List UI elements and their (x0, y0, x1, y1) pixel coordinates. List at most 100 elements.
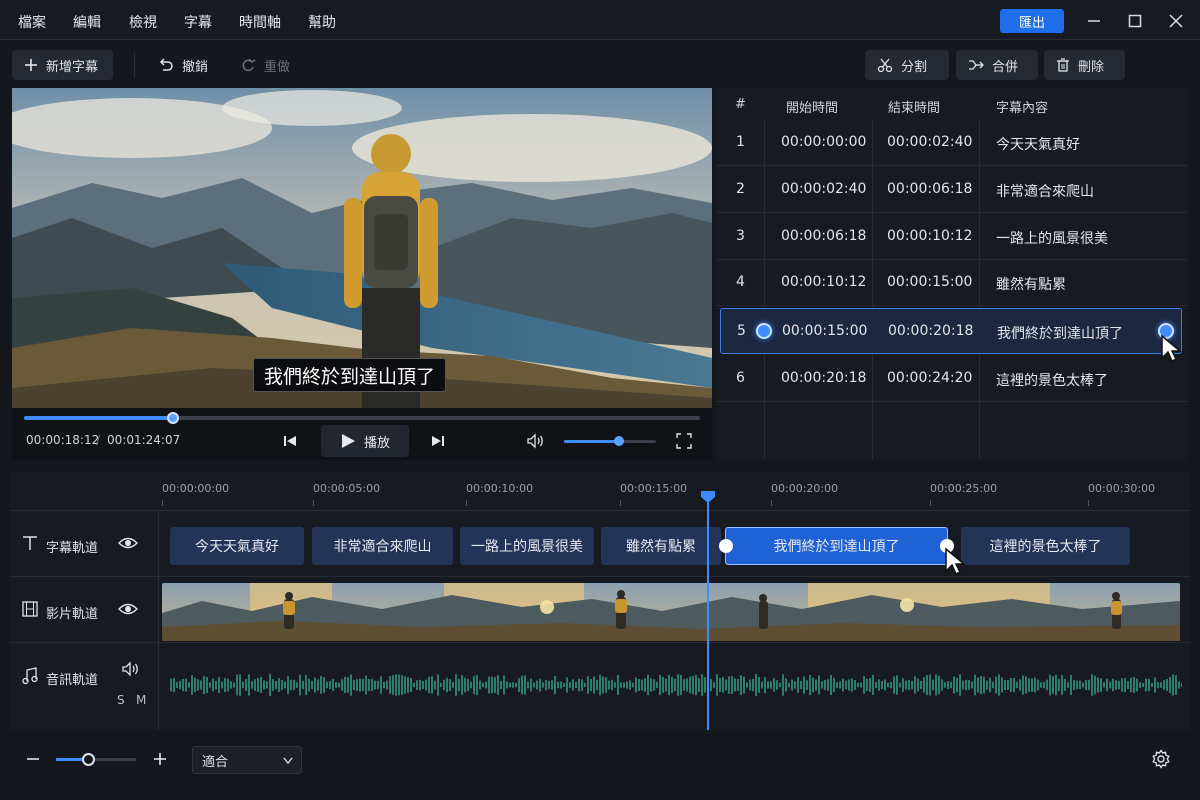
row-content: 這裡的景色太棒了 (996, 373, 1108, 389)
subtitle-clip[interactable]: 雖然有點累 (601, 527, 721, 565)
menu-file[interactable]: 檔案 (18, 12, 46, 32)
waveform-bar (1130, 677, 1132, 693)
split-button[interactable]: 分割 (865, 50, 949, 80)
waveform-bar (1133, 677, 1135, 693)
progress-bar[interactable] (24, 412, 700, 424)
clip-start-handle[interactable] (719, 539, 733, 553)
waveform-bar (494, 677, 496, 693)
subtitle-clip-selected[interactable]: 我們終於到達山頂了 (725, 527, 948, 565)
subtitle-clip[interactable]: 一路上的風景很美 (460, 527, 594, 565)
row-end-time: 00:00:02:40 (887, 134, 973, 150)
waveform-bar (1058, 678, 1060, 692)
zoom-slider[interactable] (56, 753, 136, 766)
volume-icon[interactable] (526, 432, 546, 450)
export-button[interactable]: 匯出 (1000, 9, 1064, 33)
minimize-icon[interactable] (1083, 10, 1105, 32)
table-row[interactable]: 3 00:00:06:18 00:00:10:12 一路上的風景很美 (716, 214, 1188, 260)
chevron-down-icon (283, 757, 293, 765)
ruler-tick (313, 500, 314, 506)
zoom-fit-dropdown[interactable]: 適合 (192, 746, 302, 774)
play-button[interactable]: 播放 (321, 425, 409, 457)
total-time: 00:01:24:07 (107, 433, 181, 447)
menu-subtitle[interactable]: 字幕 (184, 12, 212, 32)
waveform-bar (191, 675, 193, 695)
waveform-bar (1097, 677, 1099, 693)
eye-icon[interactable] (118, 602, 138, 616)
table-row[interactable]: 2 00:00:02:40 00:00:06:18 非常適合來爬山 (716, 167, 1188, 213)
row-start-handle[interactable] (756, 323, 772, 339)
table-row-selected[interactable]: 5 00:00:15:00 00:00:20:18 我們終於到達山頂了 (720, 308, 1182, 354)
waveform-bar (1019, 679, 1021, 691)
close-icon[interactable] (1165, 10, 1187, 32)
fullscreen-icon[interactable] (676, 433, 692, 449)
zoom-out-icon[interactable] (26, 752, 40, 766)
ruler-label: 00:00:30:00 (1088, 482, 1156, 495)
waveform-bar (518, 678, 520, 692)
volume-slider[interactable] (564, 436, 656, 446)
progress-handle[interactable] (166, 412, 179, 424)
eye-icon[interactable] (118, 536, 138, 550)
waveform-bar (374, 680, 376, 690)
waveform-bar (641, 679, 643, 691)
playhead-handle[interactable] (700, 490, 716, 504)
waveform-bar (1157, 682, 1159, 688)
time-separator: / (96, 433, 101, 447)
waveform-bar (953, 676, 955, 694)
previous-icon[interactable] (282, 433, 298, 449)
waveform-bar (512, 682, 514, 688)
row-start-time: 00:00:00:00 (781, 134, 867, 150)
redo-button[interactable]: 重做 (228, 50, 302, 80)
waveform-bar (185, 678, 187, 692)
audio-waveform[interactable] (170, 671, 1182, 699)
zoom-in-icon[interactable] (153, 752, 167, 766)
waveform-bar (716, 674, 718, 696)
waveform-bar (416, 680, 418, 690)
waveform-bar (227, 678, 229, 692)
menu-edit[interactable]: 編輯 (73, 12, 101, 32)
subtitle-clip[interactable]: 今天天氣真好 (170, 527, 304, 565)
waveform-bar (863, 676, 865, 694)
menu-timeline[interactable]: 時間軸 (239, 12, 281, 32)
video-clip-strip[interactable] (162, 583, 1180, 641)
next-icon[interactable] (430, 433, 446, 449)
mute-button[interactable]: M (136, 693, 146, 707)
waveform-bar (1040, 682, 1042, 688)
table-row[interactable]: 4 00:00:10:12 00:00:15:00 雖然有點累 (716, 260, 1188, 306)
solo-button[interactable]: S (117, 693, 125, 707)
menu-view[interactable]: 檢視 (129, 12, 157, 32)
waveform-bar (482, 682, 484, 688)
audio-track-label: 音訊軌道 (46, 673, 99, 688)
waveform-bar (866, 678, 868, 692)
subtitle-clip[interactable]: 這裡的景色太棒了 (961, 527, 1130, 565)
waveform-bar (656, 681, 658, 689)
waveform-bar (275, 680, 277, 690)
waveform-bar (806, 680, 808, 690)
waveform-bar (980, 675, 982, 695)
row-content: 今天天氣真好 (996, 137, 1080, 153)
waveform-bar (380, 676, 382, 694)
waveform-bar (971, 681, 973, 689)
waveform-bar (248, 674, 250, 696)
waveform-bar (914, 676, 916, 694)
delete-button[interactable]: 刪除 (1044, 50, 1125, 80)
undo-button[interactable]: 撤銷 (146, 50, 220, 80)
zoom-handle[interactable] (82, 753, 95, 766)
merge-button[interactable]: 合併 (956, 50, 1038, 80)
bottom-bar: 適合 (10, 734, 1190, 786)
header-content: 字幕內容 (996, 101, 1049, 116)
add-subtitle-button[interactable]: 新增字幕 (12, 50, 113, 80)
subtitle-clip[interactable]: 非常適合來爬山 (312, 527, 453, 565)
speaker-icon[interactable] (121, 661, 141, 677)
waveform-bar (461, 675, 463, 695)
table-row[interactable]: 6 00:00:20:18 00:00:24:20 這裡的景色太棒了 (716, 356, 1188, 402)
table-row[interactable]: 1 00:00:00:00 00:00:02:40 今天天氣真好 (716, 120, 1188, 166)
waveform-bar (719, 678, 721, 692)
volume-handle[interactable] (614, 436, 625, 446)
gear-icon[interactable] (1151, 749, 1171, 769)
maximize-icon[interactable] (1124, 10, 1146, 32)
waveform-bar (1166, 679, 1168, 691)
waveform-bar (1028, 678, 1030, 692)
menu-help[interactable]: 幫助 (308, 12, 336, 32)
progress-fill (24, 416, 173, 420)
waveform-bar (1049, 674, 1051, 696)
